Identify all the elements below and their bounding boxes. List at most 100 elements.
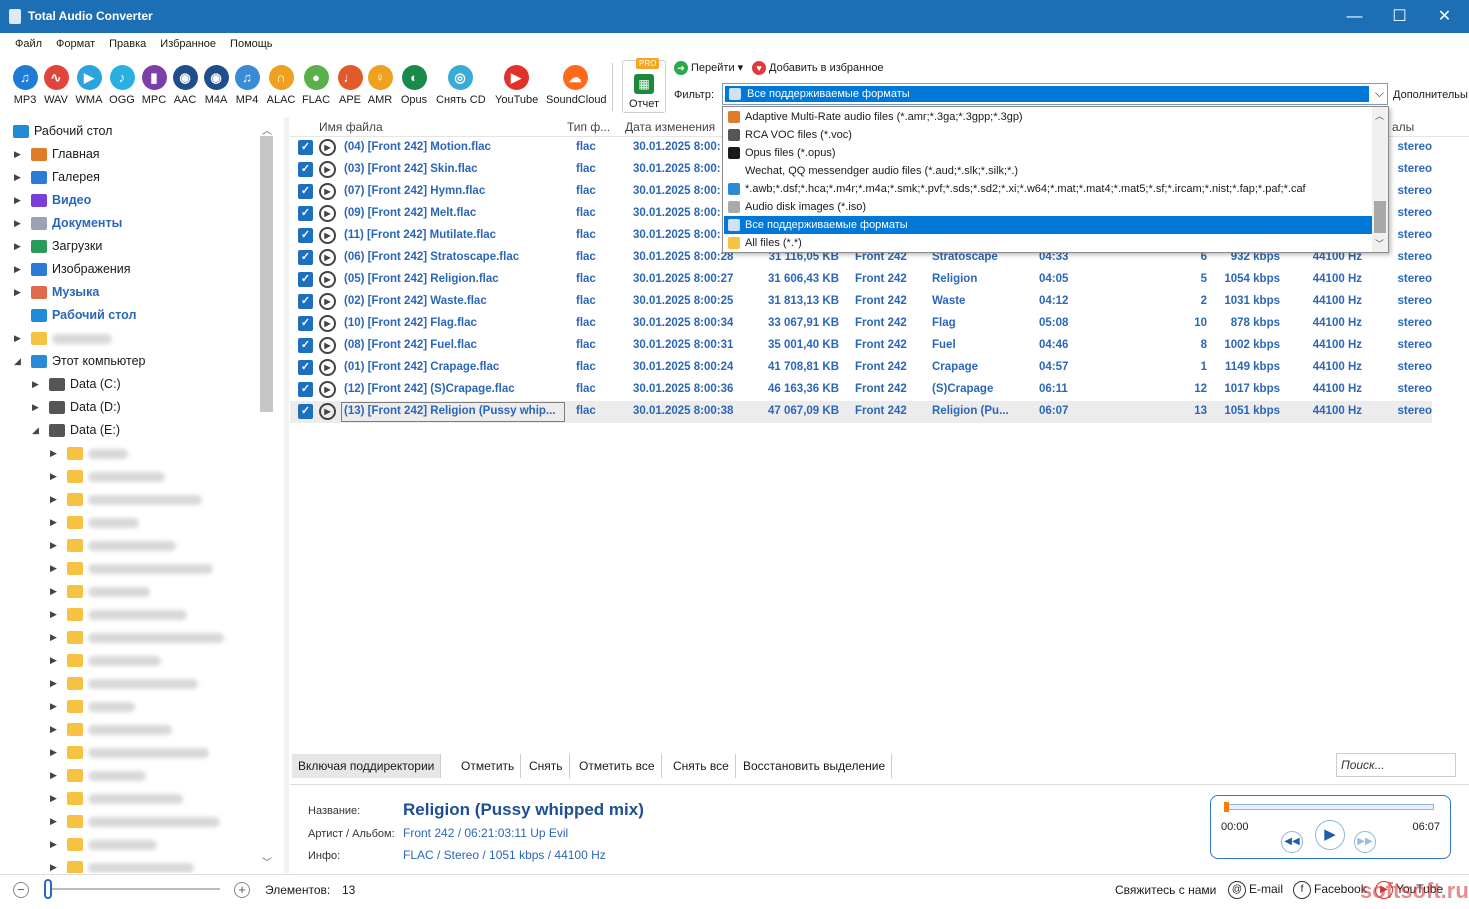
tree-scrollbar[interactable]: ︿ ﹀ [259, 122, 274, 869]
tree-item[interactable]: ▶ [50, 557, 213, 579]
maximize-button[interactable]: ☐ [1377, 0, 1422, 33]
check-all-button[interactable]: Отметить все [573, 754, 662, 778]
expand-icon[interactable]: ▶ [50, 488, 57, 510]
tree-item[interactable]: ▶ Документы [14, 212, 122, 234]
tree-item[interactable]: ▶ Загрузки [14, 235, 102, 257]
play-icon[interactable]: ▶ [319, 359, 336, 376]
menu-favorites[interactable]: Избранное [153, 33, 223, 55]
expand-icon[interactable]: ▶ [50, 833, 57, 855]
expand-icon[interactable]: ▶ [50, 764, 57, 786]
tree-item[interactable]: ▶ [50, 580, 150, 602]
dropdown-option[interactable]: All files (*.*) [724, 234, 1372, 252]
expand-icon[interactable]: ▶ [50, 580, 57, 602]
dropdown-option[interactable]: RCA VOC files (*.voc) [724, 126, 1372, 144]
expand-icon[interactable]: ▶ [50, 626, 57, 648]
play-icon[interactable]: ▶ [319, 139, 336, 156]
checkbox[interactable]: ✓ [298, 382, 313, 397]
tree-item[interactable]: ▶ [50, 810, 220, 832]
expand-icon[interactable]: ▶ [50, 695, 57, 717]
format-button-flac[interactable]: ● FLAC [299, 65, 333, 106]
dropdown-option[interactable]: Opus files (*.opus) [724, 144, 1372, 162]
checkbox[interactable]: ✓ [298, 272, 313, 287]
tree-item[interactable]: ▶ [50, 741, 209, 763]
format-button-youtube[interactable]: ▶ YouTube [495, 65, 538, 106]
expand-icon[interactable]: ▶ [50, 465, 57, 487]
format-button-wma[interactable]: ▶ WMA [72, 65, 106, 106]
expand-icon[interactable]: ▶ [14, 166, 21, 188]
table-row[interactable]: ✓ ▶ (01) [Front 242] Crapage.flac flac 30.01… [290, 357, 1432, 379]
expand-icon[interactable]: ▶ [14, 281, 21, 303]
format-button-mp3[interactable]: ♫ MP3 [8, 65, 42, 106]
tree-item[interactable]: ▶ Изображения [14, 258, 131, 280]
splitter[interactable] [284, 117, 289, 873]
tree-item[interactable]: Рабочий стол [31, 304, 136, 326]
play-icon[interactable]: ▶ [319, 315, 336, 332]
tree-item[interactable]: ▶ Data (D:) [32, 396, 121, 418]
checkbox[interactable]: ✓ [298, 338, 313, 353]
checkbox[interactable]: ✓ [298, 294, 313, 309]
table-row[interactable]: ✓ ▶ (08) [Front 242] Fuel.flac flac 30.01.20… [290, 335, 1432, 357]
expand-icon[interactable]: ▶ [32, 373, 39, 395]
col-channels[interactable]: алы [1392, 120, 1414, 134]
checkbox[interactable]: ✓ [298, 162, 313, 177]
format-button-amr[interactable]: ♀ AMR [363, 65, 397, 106]
col-date[interactable]: Дата изменения [625, 120, 715, 134]
scroll-up-icon[interactable]: ︿ [262, 122, 272, 137]
format-button-снять-cd[interactable]: ◎ Снять CD [436, 65, 486, 106]
include-subdirs-button[interactable]: Включая поддиректории [292, 754, 442, 778]
checkbox[interactable]: ✓ [298, 250, 313, 265]
filter-select[interactable]: Все поддерживаемые форматы ⌵ [722, 83, 1388, 105]
play-icon[interactable]: ▶ [319, 381, 336, 398]
table-row[interactable]: ✓ ▶ (05) [Front 242] Religion.flac flac 30.0… [290, 269, 1432, 291]
checkbox[interactable]: ✓ [298, 140, 313, 155]
expand-icon[interactable]: ▶ [14, 143, 21, 165]
dropdown-option[interactable]: Adaptive Multi-Rate audio files (*.amr;*… [724, 108, 1372, 126]
expand-icon[interactable]: ▶ [50, 534, 57, 556]
dropdown-option[interactable]: Все поддерживаемые форматы [724, 216, 1372, 234]
expand-icon[interactable]: ◢ [32, 419, 39, 441]
menu-format[interactable]: Формат [49, 33, 102, 55]
play-icon[interactable]: ▶ [319, 227, 336, 244]
report-button[interactable]: PRO ▦ Отчет [622, 58, 666, 113]
expand-icon[interactable]: ▶ [50, 511, 57, 533]
play-icon[interactable]: ▶ [319, 293, 336, 310]
menu-help[interactable]: Помощь [223, 33, 280, 55]
tree-item[interactable]: ▶ [50, 534, 176, 556]
tree-item[interactable]: ▶ Видео [14, 189, 91, 211]
tree-item[interactable]: ▶ [50, 442, 128, 464]
expand-icon[interactable]: ▶ [14, 235, 21, 257]
expand-icon[interactable]: ▶ [14, 212, 21, 234]
scroll-down-icon[interactable]: ﹀ [262, 854, 272, 869]
zoom-slider-knob[interactable] [44, 879, 52, 899]
format-button-opus[interactable]: ◐ Opus [397, 65, 431, 106]
scroll-down-icon[interactable]: ﹀ [1375, 237, 1384, 250]
tree-item[interactable]: ▶ [50, 787, 183, 809]
table-row[interactable]: ✓ ▶ (12) [Front 242] (S)Crapage.flac flac 30… [290, 379, 1432, 401]
tree-item[interactable]: ◢ Этот компьютер [14, 350, 145, 372]
goto-button[interactable]: ➜ Перейти ▾ [674, 61, 743, 76]
play-icon[interactable]: ▶ [319, 183, 336, 200]
tree-item[interactable]: ▶ [50, 603, 187, 625]
format-button-ogg[interactable]: ♪ OGG [105, 65, 139, 106]
tree-item[interactable]: ▶ Главная [14, 143, 100, 165]
uncheck-all-button[interactable]: Снять все [667, 754, 736, 778]
checkbox[interactable]: ✓ [298, 360, 313, 375]
tree-item[interactable]: ▶ [50, 833, 157, 855]
tree-item[interactable]: ▶ Музыка [14, 281, 99, 303]
play-icon[interactable]: ▶ [1315, 820, 1345, 850]
uncheck-button[interactable]: Снять [523, 754, 570, 778]
scroll-up-icon[interactable]: ︿ [1375, 109, 1384, 122]
dropdown-option[interactable]: Audio disk images (*.iso) [724, 198, 1372, 216]
tree-item[interactable]: ▶ [50, 695, 135, 717]
rewind-icon[interactable]: ◀◀ [1281, 831, 1303, 853]
expand-icon[interactable]: ▶ [14, 327, 21, 349]
checkbox[interactable]: ✓ [298, 228, 313, 243]
tree-item[interactable]: ▶ [50, 672, 198, 694]
add-favorite-button[interactable]: ♥ Добавить в избранное [752, 61, 884, 75]
col-filename[interactable]: Имя файла [319, 120, 383, 134]
expand-icon[interactable]: ▶ [50, 856, 57, 873]
expand-icon[interactable]: ▶ [50, 442, 57, 464]
format-button-ape[interactable]: ♩ APE [333, 65, 367, 106]
seek-bar[interactable] [1225, 804, 1434, 810]
checkbox[interactable]: ✓ [298, 404, 313, 419]
